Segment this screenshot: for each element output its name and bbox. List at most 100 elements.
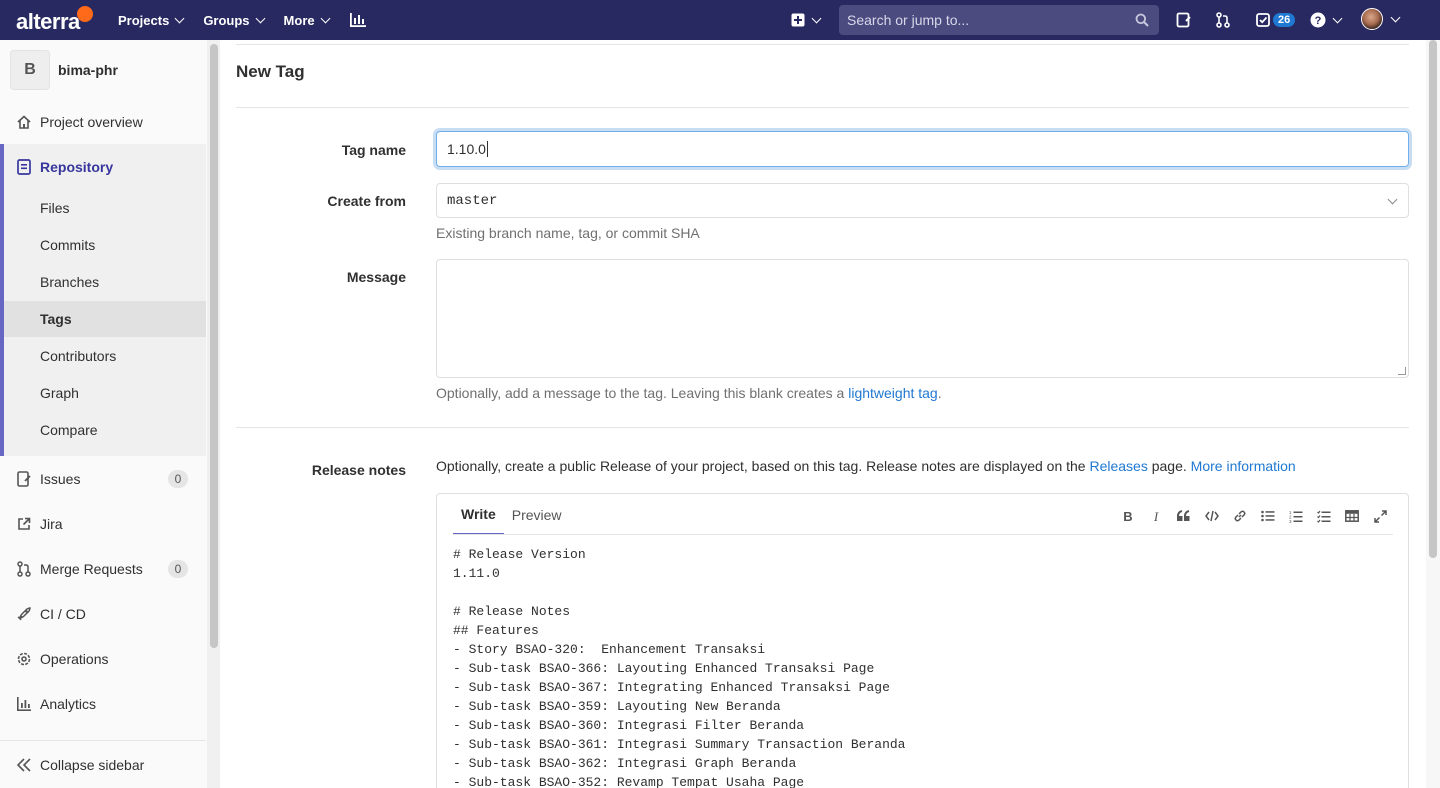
- sidebar-item-jira[interactable]: Jira: [0, 506, 206, 542]
- page-scrollbar[interactable]: [1426, 40, 1440, 788]
- project-avatar: B: [10, 50, 50, 90]
- check-square-icon: [1256, 13, 1270, 27]
- create-from-label: Create from: [327, 193, 406, 209]
- sidebar-item-label: Contributors: [40, 348, 117, 364]
- tab-write[interactable]: Write: [453, 494, 504, 535]
- activity-chart-icon[interactable]: [349, 12, 367, 28]
- italic-icon[interactable]: I: [1142, 506, 1170, 526]
- sidebar-item-label: Branches: [40, 274, 100, 290]
- sidebar-item-project-overview[interactable]: Project overview: [0, 104, 206, 140]
- sidebar-item-label: Graph: [40, 385, 79, 401]
- external-link-icon: [16, 516, 32, 532]
- release-notes-textarea[interactable]: # Release Version 1.11.0 # Release Notes…: [453, 545, 905, 788]
- sidebar-scrollbar[interactable]: [207, 40, 220, 788]
- help-dropdown[interactable]: ?: [1310, 10, 1343, 30]
- project-header[interactable]: B bima-phr: [10, 50, 118, 90]
- todos-count-badge: 26: [1273, 13, 1296, 27]
- sidebar-item-label: Repository: [40, 159, 114, 175]
- logo-text: alterra: [16, 9, 80, 34]
- nav-projects[interactable]: Projects: [118, 13, 185, 28]
- task-list-icon[interactable]: [1310, 506, 1338, 526]
- double-chevron-left-icon: [16, 757, 32, 772]
- more-information-link[interactable]: More information: [1191, 458, 1296, 474]
- issues-icon: [16, 471, 32, 487]
- quote-icon[interactable]: [1170, 506, 1198, 526]
- code-icon[interactable]: [1198, 506, 1226, 526]
- merge-request-icon: [16, 561, 32, 577]
- collapse-label: Collapse sidebar: [40, 756, 145, 773]
- sidebar-item-analytics[interactable]: Analytics: [0, 686, 206, 722]
- sidebar-item-label: Files: [40, 200, 70, 216]
- nav-more[interactable]: More: [283, 12, 331, 28]
- sidebar-scrollbar-thumb[interactable]: [210, 44, 218, 648]
- sidebar-item-files[interactable]: Files: [0, 190, 206, 226]
- bulleted-list-icon[interactable]: [1254, 506, 1282, 526]
- cloud-gear-icon: [16, 651, 32, 667]
- table-icon[interactable]: [1338, 506, 1366, 526]
- nav-groups[interactable]: Groups: [203, 12, 265, 28]
- sidebar-item-merge-requests[interactable]: Merge Requests 0: [0, 551, 206, 587]
- bold-icon[interactable]: B: [1114, 506, 1142, 526]
- project-name: bima-phr: [58, 62, 118, 78]
- sidebar-item-compare[interactable]: Compare: [0, 412, 206, 448]
- tag-name-input[interactable]: 1.10.0: [436, 131, 1409, 167]
- sidebar-item-repository[interactable]: Repository: [0, 149, 206, 185]
- chevron-down-icon: [811, 13, 822, 23]
- sidebar-item-tags[interactable]: Tags: [4, 301, 206, 337]
- message-help-prefix: Optionally, add a message to the tag. Le…: [436, 385, 849, 401]
- message-help-suffix: .: [937, 385, 942, 401]
- link-icon[interactable]: [1226, 506, 1254, 526]
- editor-tabs: Write Preview: [453, 494, 570, 535]
- sidebar-item-label: Analytics: [40, 696, 97, 712]
- releases-link[interactable]: Releases: [1089, 458, 1147, 474]
- sidebar-item-contributors[interactable]: Contributors: [0, 338, 206, 374]
- resize-handle[interactable]: [1398, 367, 1406, 375]
- sidebar: B bima-phr Project overview Repository F…: [0, 40, 220, 788]
- numbered-list-icon[interactable]: 123: [1282, 506, 1310, 526]
- sidebar-item-label: Tags: [40, 311, 72, 327]
- intro-prefix: Optionally, create a public Release of y…: [436, 458, 1090, 474]
- svg-text:3: 3: [1289, 519, 1292, 523]
- sidebar-item-branches[interactable]: Branches: [0, 264, 206, 300]
- sidebar-item-label: CI / CD: [40, 606, 86, 622]
- sidebar-item-graph[interactable]: Graph: [0, 375, 206, 411]
- tab-preview[interactable]: Preview: [504, 494, 570, 535]
- rocket-icon: [16, 606, 32, 622]
- intro-mid: page.: [1147, 458, 1191, 474]
- sidebar-item-commits[interactable]: Commits: [0, 227, 206, 263]
- nav-groups-label: Groups: [203, 12, 250, 28]
- issues-count-badge: 0: [168, 470, 188, 488]
- merge-request-icon[interactable]: [1215, 10, 1231, 30]
- todos-button[interactable]: 26: [1256, 10, 1296, 30]
- text-caret: [486, 141, 488, 157]
- sidebar-item-issues[interactable]: Issues 0: [0, 461, 206, 497]
- tabs-divider: [453, 534, 1393, 535]
- avatar: [1361, 8, 1383, 30]
- search-placeholder: Search or jump to...: [847, 12, 970, 28]
- message-textarea[interactable]: [436, 259, 1409, 378]
- lightweight-tag-link[interactable]: lightweight tag: [848, 385, 938, 401]
- nav-menu: Projects Groups More: [118, 0, 387, 40]
- divider: [236, 427, 1409, 428]
- fullscreen-icon[interactable]: [1366, 506, 1394, 526]
- alterra-logo[interactable]: alterra: [16, 4, 93, 36]
- nav-more-label: More: [283, 12, 315, 28]
- search-input[interactable]: Search or jump to...: [839, 5, 1159, 35]
- chart-icon: [16, 696, 32, 712]
- sidebar-item-operations[interactable]: Operations: [0, 641, 206, 677]
- release-notes-label: Release notes: [311, 462, 406, 478]
- message-help: Optionally, add a message to the tag. Le…: [436, 385, 942, 401]
- collapse-sidebar-button[interactable]: Collapse sidebar: [0, 740, 206, 788]
- page-scrollbar-thumb[interactable]: [1429, 40, 1437, 558]
- divider: [236, 107, 1409, 108]
- merge-requests-count-badge: 0: [168, 560, 188, 578]
- chevron-down-icon: [255, 13, 265, 23]
- chevron-down-icon: [1387, 194, 1398, 205]
- sidebar-item-cicd[interactable]: CI / CD: [0, 596, 206, 632]
- user-menu[interactable]: [1361, 8, 1401, 30]
- new-dropdown[interactable]: [791, 10, 822, 30]
- create-from-select[interactable]: master: [436, 183, 1409, 218]
- issues-icon[interactable]: [1176, 10, 1192, 30]
- message-label: Message: [346, 269, 406, 285]
- svg-text:I: I: [1153, 510, 1159, 523]
